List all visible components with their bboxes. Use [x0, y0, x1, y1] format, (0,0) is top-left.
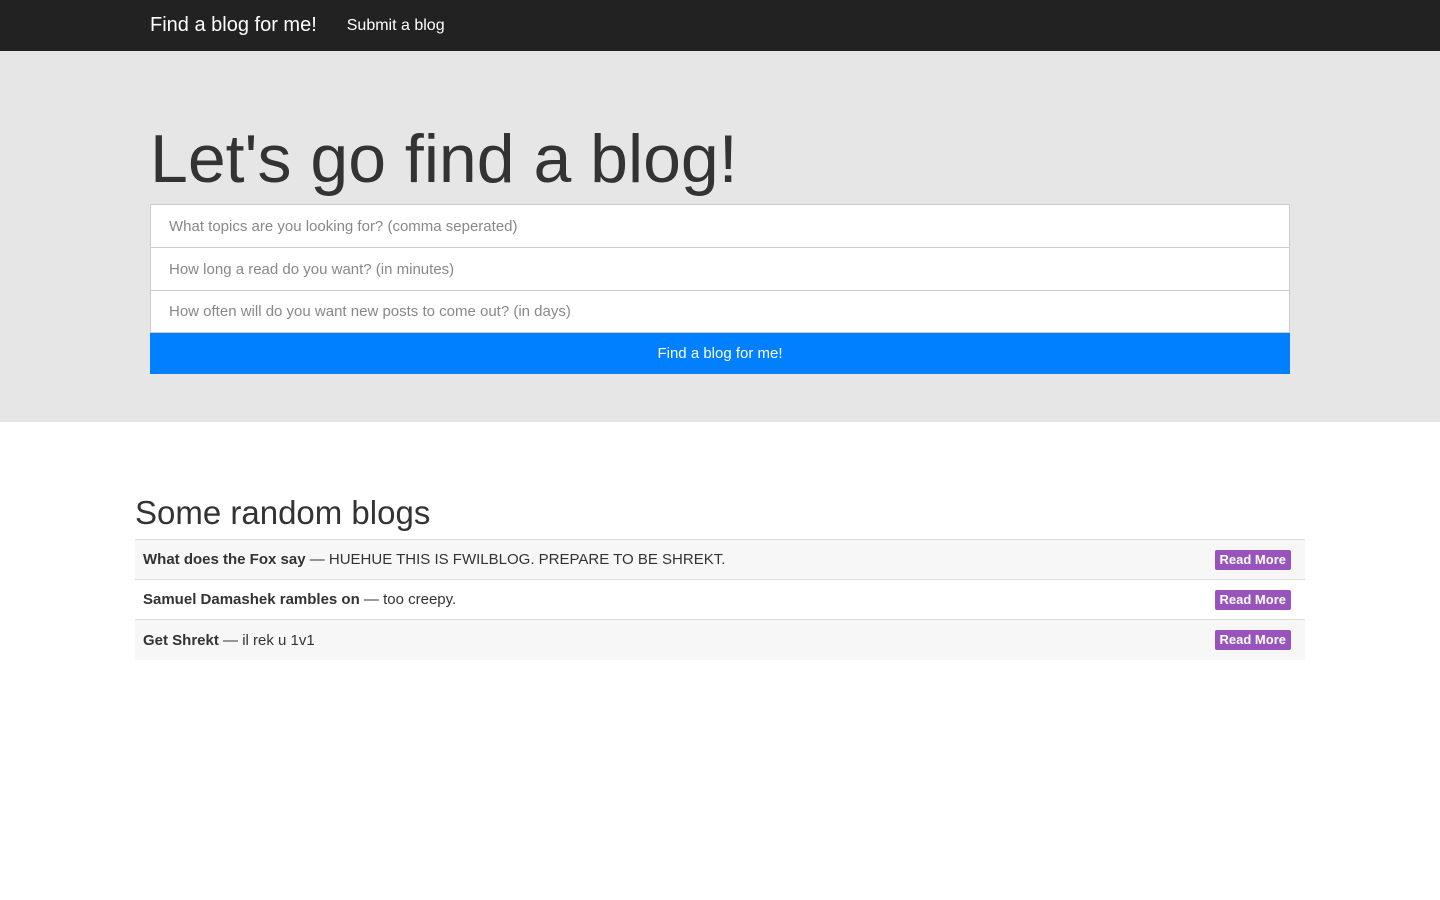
- find-blog-button[interactable]: Find a blog for me!: [150, 333, 1290, 374]
- blog-description: too creepy.: [383, 591, 457, 608]
- separator: —: [218, 631, 243, 649]
- read-more-button[interactable]: Read More: [1214, 549, 1291, 570]
- blog-title: Samuel Damashek rambles on: [143, 591, 360, 608]
- blog-row: Samuel Damashek rambles on — too creepy.…: [135, 580, 1305, 620]
- random-blogs-section: Some random blogs What does the Fox say …: [135, 422, 1305, 660]
- blog-description: il rek u 1v1: [242, 631, 315, 649]
- separator: —: [359, 591, 384, 608]
- top-navbar: Find a blog for me! Submit a blog: [0, 0, 1440, 51]
- blog-entry: Samuel Damashek rambles on — too creepy.: [143, 591, 456, 608]
- blog-list: What does the Fox say — HUEHUE THIS IS F…: [135, 539, 1305, 660]
- brand-link[interactable]: Find a blog for me!: [150, 0, 317, 51]
- hero-section: Let's go find a blog! Find a blog for me…: [0, 51, 1440, 422]
- submit-blog-link[interactable]: Submit a blog: [347, 0, 445, 51]
- topics-input[interactable]: [150, 204, 1290, 247]
- blog-entry: What does the Fox say — HUEHUE THIS IS F…: [143, 551, 725, 568]
- section-title: Some random blogs: [135, 494, 431, 531]
- read-more-button[interactable]: Read More: [1214, 630, 1291, 650]
- post-frequency-input[interactable]: [150, 290, 1290, 333]
- hero-container: Let's go find a blog! Find a blog for me…: [150, 119, 1290, 374]
- blog-row: What does the Fox say — HUEHUE THIS IS F…: [135, 540, 1305, 580]
- hero-title: Let's go find a blog!: [150, 121, 738, 197]
- blog-description: HUEHUE THIS IS FWILBLOG. PREPARE TO BE S…: [328, 551, 726, 568]
- blog-search-form: Find a blog for me!: [150, 204, 1290, 374]
- blog-entry: Get Shrekt — il rek u 1v1: [143, 632, 315, 649]
- blog-title: Get Shrekt: [143, 631, 219, 649]
- read-length-input[interactable]: [150, 247, 1290, 290]
- separator: —: [305, 551, 329, 568]
- blog-title: What does the Fox say: [143, 551, 306, 568]
- read-more-button[interactable]: Read More: [1214, 589, 1291, 610]
- blog-row: Get Shrekt — il rek u 1v1 Read More: [135, 620, 1305, 660]
